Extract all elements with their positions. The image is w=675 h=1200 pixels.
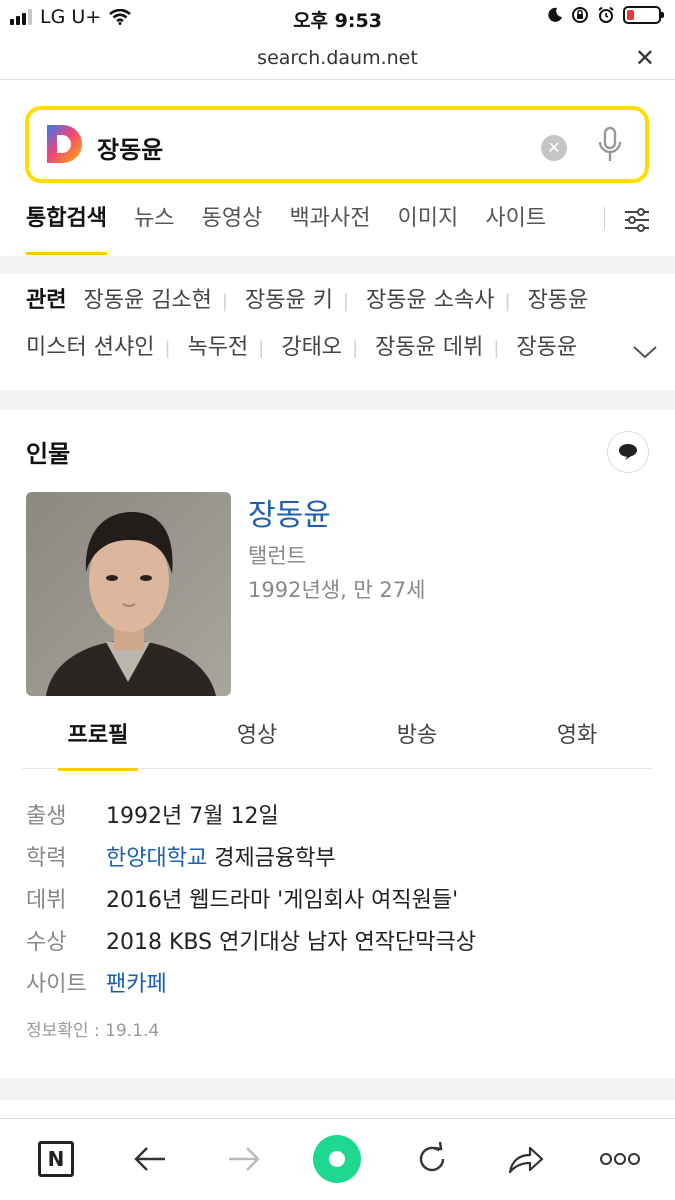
- related-item[interactable]: 미스터 션샤인: [26, 335, 154, 360]
- profile-tabs: 프로필 영상 방송 영화: [22, 712, 652, 771]
- person-job: 탤런트: [248, 544, 306, 568]
- info-row-award: 수상 2018 KBS 연기대상 남자 연작단막극상: [26, 922, 646, 964]
- related-item[interactable]: 장동윤 데뷔: [375, 335, 483, 360]
- person-age: 1992년생, 만 27세: [248, 578, 426, 602]
- status-bar: LG U+ 오후 9:53: [0, 0, 675, 40]
- tab-encyclopedia[interactable]: 백과사전: [289, 200, 370, 238]
- tab-news[interactable]: 뉴스: [134, 200, 174, 238]
- filter-settings-icon[interactable]: [623, 206, 651, 234]
- microphone-icon[interactable]: [597, 126, 623, 164]
- info-value: 1992년 7월 12일: [106, 804, 279, 829]
- related-label: 관련: [26, 288, 67, 313]
- info-row-education: 학력 한양대학교 경제금융학부: [26, 838, 646, 880]
- refresh-icon: [419, 1142, 445, 1172]
- home-button[interactable]: [312, 1135, 362, 1183]
- profile-info: 출생 1992년 7월 12일 학력 한양대학교 경제금융학부 데뷔 2016년…: [26, 796, 646, 1006]
- related-searches: 관련 장동윤 김소현 | 장동윤 키 | 장동윤 소속사 | 장동윤 미스터 션샤인 |…: [26, 278, 666, 372]
- back-button[interactable]: [128, 1137, 172, 1181]
- related-item[interactable]: 장동윤 소속사: [366, 288, 494, 313]
- search-tabs: 통합검색 뉴스 동영상 백과사전 이미지 사이트: [26, 200, 626, 256]
- profile-photo[interactable]: [26, 492, 231, 696]
- tab-video-clips[interactable]: 영상: [207, 716, 307, 756]
- home-dot-icon: [313, 1135, 361, 1183]
- related-item[interactable]: 장동윤: [516, 335, 577, 360]
- speech-bubble-icon: [619, 444, 637, 460]
- info-value: 2018 KBS 연기대상 남자 연작단막극상: [106, 930, 476, 955]
- tab-all[interactable]: 통합검색: [26, 200, 107, 255]
- info-checked-date: 정보확인 : 19.1.4: [26, 1021, 160, 1041]
- university-link[interactable]: 한양대학교: [106, 846, 207, 871]
- info-value: 경제금융학부: [214, 846, 336, 871]
- comment-button[interactable]: [607, 431, 649, 473]
- n-icon: N: [38, 1141, 74, 1177]
- tab-site[interactable]: 사이트: [485, 200, 546, 238]
- share-arrow-icon: [508, 1146, 544, 1174]
- info-label: 학력: [26, 846, 67, 871]
- info-value: 2016년 웹드라마 '게임회사 여직원들': [106, 888, 459, 913]
- info-label: 수상: [26, 930, 67, 955]
- url-bar[interactable]: search.daum.net ✕: [0, 40, 675, 80]
- related-item[interactable]: 장동윤 김소현: [83, 288, 211, 313]
- close-icon[interactable]: ✕: [635, 46, 655, 70]
- info-label: 출생: [26, 804, 67, 829]
- more-dots-icon: [600, 1153, 640, 1165]
- tab-video[interactable]: 동영상: [202, 200, 263, 238]
- share-button[interactable]: [504, 1137, 548, 1181]
- info-row-debut: 데뷔 2016년 웹드라마 '게임회사 여직원들': [26, 880, 646, 922]
- url-text[interactable]: search.daum.net: [0, 47, 675, 69]
- tab-broadcast[interactable]: 방송: [367, 716, 467, 756]
- battery-icon: [623, 6, 664, 24]
- chevron-down-icon[interactable]: [632, 344, 658, 360]
- section-divider: [0, 1078, 675, 1100]
- info-label: 데뷔: [26, 888, 67, 913]
- refresh-button[interactable]: [410, 1137, 454, 1181]
- related-item[interactable]: 강태오: [281, 335, 342, 360]
- daum-logo-icon[interactable]: [45, 123, 85, 165]
- fancafe-link[interactable]: 팬카페: [106, 964, 167, 1006]
- tab-divider: [604, 207, 605, 229]
- info-row-site: 사이트 팬카페: [26, 964, 646, 1006]
- search-input[interactable]: 장동윤: [97, 130, 163, 165]
- related-item[interactable]: 녹두전: [188, 335, 249, 360]
- section-title: 인물: [26, 440, 71, 468]
- info-row-birth: 출생 1992년 7월 12일: [26, 796, 646, 838]
- arrow-right-icon: [229, 1147, 260, 1171]
- more-button[interactable]: [596, 1137, 644, 1181]
- naver-button[interactable]: N: [34, 1137, 78, 1181]
- related-item[interactable]: 장동윤: [528, 288, 589, 313]
- tab-movie[interactable]: 영화: [527, 716, 627, 756]
- bottom-toolbar: N: [0, 1118, 675, 1200]
- clear-icon[interactable]: ✕: [541, 135, 567, 161]
- tab-profile[interactable]: 프로필: [48, 716, 148, 771]
- search-box[interactable]: 장동윤 ✕: [25, 106, 649, 183]
- rotation-lock-icon: [572, 7, 588, 23]
- info-label: 사이트: [26, 972, 87, 997]
- tab-image[interactable]: 이미지: [398, 200, 459, 238]
- alarm-icon: [598, 6, 614, 23]
- section-divider: [0, 390, 675, 410]
- moon-icon: [548, 7, 562, 22]
- arrow-left-icon: [134, 1147, 165, 1171]
- section-divider: [0, 256, 675, 274]
- forward-button[interactable]: [222, 1137, 266, 1181]
- person-name[interactable]: 장동윤: [248, 490, 331, 534]
- related-item[interactable]: 장동윤 키: [245, 288, 333, 313]
